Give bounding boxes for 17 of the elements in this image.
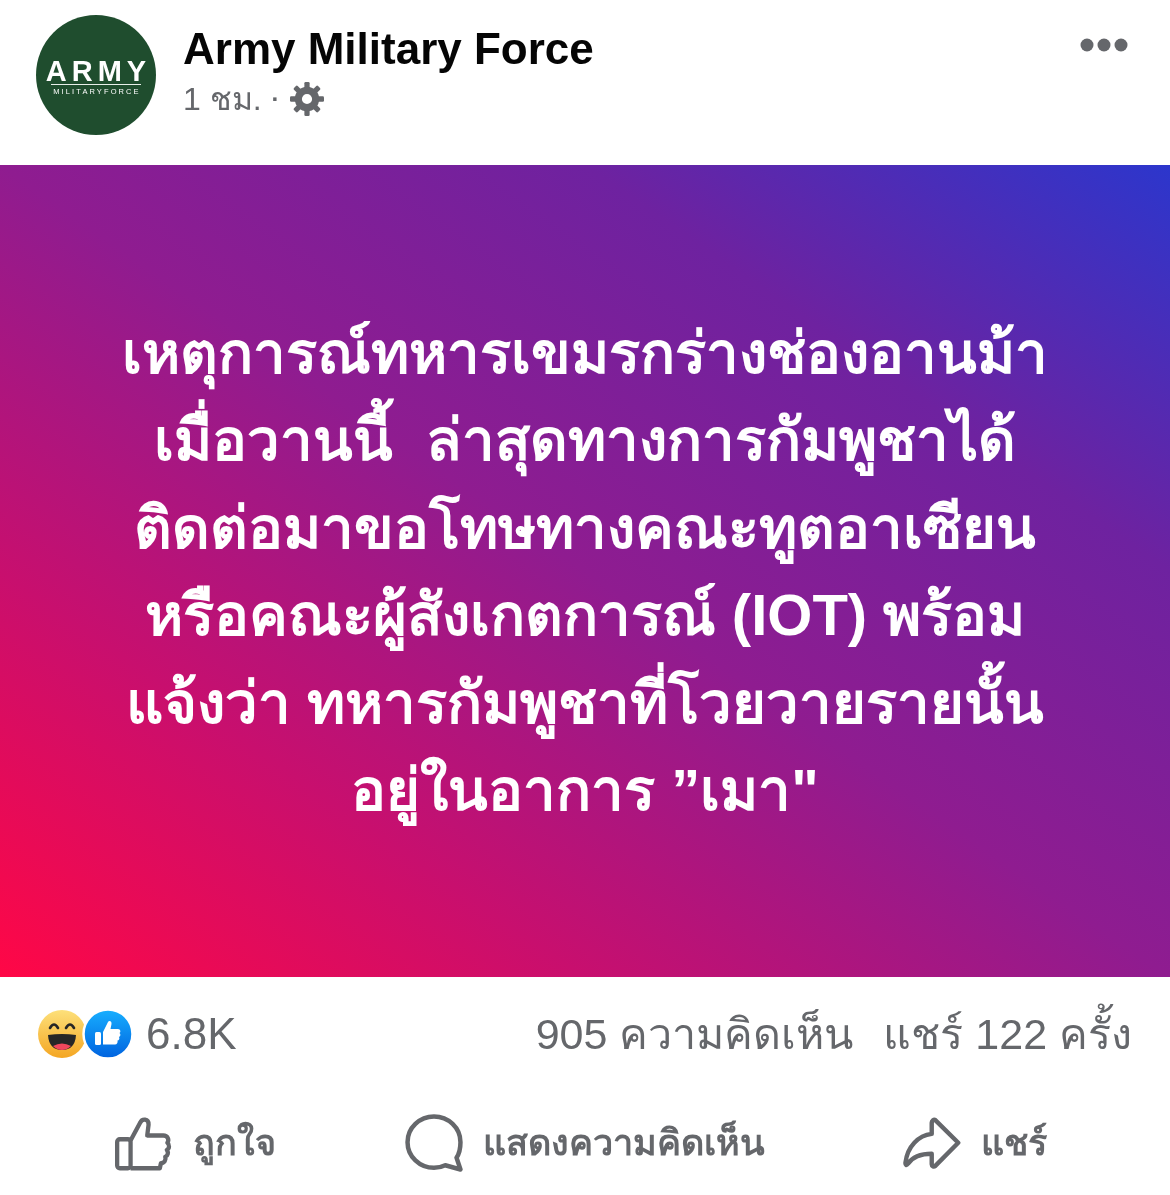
like-button[interactable]: ถูกใจ (114, 1113, 276, 1173)
author-name[interactable]: Army Military Force (183, 23, 594, 75)
share-count[interactable]: แชร์ 122 ครั้ง (883, 999, 1132, 1068)
thumbs-up-icon (114, 1114, 173, 1172)
more-options-icon[interactable] (1080, 37, 1128, 53)
post-time[interactable]: 1 ชม. (183, 79, 262, 119)
comment-button[interactable]: แสดงความคิดเห็น (405, 1113, 765, 1173)
speech-bubble-icon (405, 1114, 463, 1172)
share-button[interactable]: แชร์ (903, 1113, 1047, 1173)
comment-count[interactable]: 905 ความคิดเห็น (535, 999, 854, 1068)
reaction-count[interactable]: 6.8K (146, 1000, 237, 1067)
gear-icon[interactable] (289, 82, 324, 116)
logo-text: ARMY (44, 60, 152, 82)
share-arrow-icon (903, 1114, 961, 1172)
post-text: เหตุการณ์ทหารเขมรกร่างช่องอานม้า เมื่อวานนี้ ล่าสุดทางการกัมพูชาได้ ติดต่อมาขอโทษทางคณะทูตอาเซียน หรือคณะผู้สังเกตการณ์ (IOT) พร้อม แจ้งว่า ทหารกัมพูชาที่โวยวายรายนั้น อยู่ในอาการ ”เมา" (122, 308, 1048, 834)
thumbs-up-emoji-icon (82, 1007, 134, 1060)
separator-dot: · (271, 84, 280, 114)
